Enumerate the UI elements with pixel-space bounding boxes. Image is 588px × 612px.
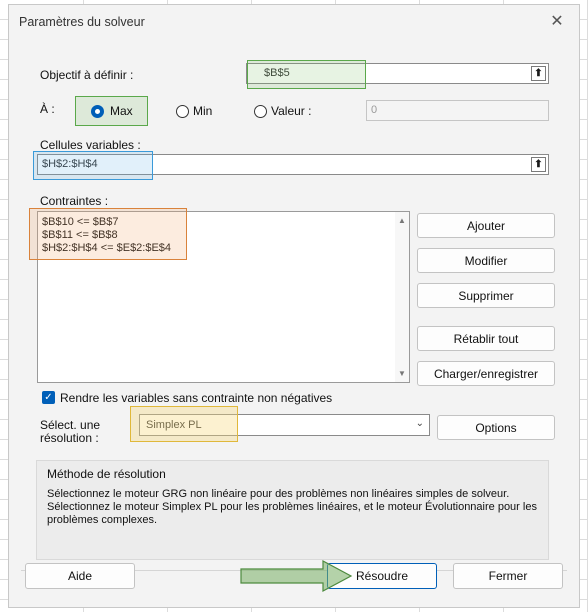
method-panel: Méthode de résolution Sélectionnez le mo… (36, 460, 549, 560)
dialog-title: Paramètres du solveur (19, 15, 145, 29)
constraints-scrollbar[interactable]: ▲ ▼ (395, 212, 409, 382)
close-button[interactable]: Fermer (453, 563, 563, 589)
range-picker-icon[interactable]: ⬆ (531, 66, 546, 81)
modify-button[interactable]: Modifier (417, 248, 555, 273)
min-radio[interactable] (176, 105, 189, 118)
method-description: Sélectionnez le moteur GRG non linéaire … (47, 488, 537, 526)
engine-label-line1: Sélect. une (40, 418, 101, 432)
value-radio[interactable] (254, 105, 267, 118)
to-label: À : (40, 102, 55, 116)
titlebar: Paramètres du solveur ✕ (9, 5, 579, 37)
help-button[interactable]: Aide (25, 563, 135, 589)
close-icon[interactable]: ✕ (543, 9, 571, 33)
arrow-shape (240, 559, 353, 593)
nonneg-label: Rendre les variables sans contrainte non… (60, 391, 333, 405)
constraints-highlight (29, 208, 187, 260)
chevron-down-icon[interactable]: ⌄ (416, 418, 424, 429)
scroll-down-icon[interactable]: ▼ (398, 369, 406, 378)
max-label: Max (110, 104, 133, 118)
solver-dialog: Paramètres du solveur ✕ Objectif à défin… (8, 4, 580, 608)
delete-button[interactable]: Supprimer (417, 283, 555, 308)
constraints-label: Contraintes : (40, 194, 109, 208)
max-radio[interactable] (91, 105, 104, 118)
objective-label: Objectif à définir : (40, 68, 134, 82)
value-label: Valeur : (271, 104, 312, 118)
checkbox-checked-icon[interactable]: ✓ (42, 391, 55, 404)
scroll-up-icon[interactable]: ▲ (398, 216, 406, 225)
variables-label: Cellules variables : (40, 138, 141, 152)
arrow-annotation (240, 559, 353, 593)
min-label: Min (193, 104, 213, 118)
variables-highlight (33, 151, 153, 180)
value-field-text: 0 (371, 104, 378, 116)
engine-label-line2: résolution : (40, 431, 99, 445)
load-save-button[interactable]: Charger/enregistrer (417, 361, 555, 386)
objective-highlight (247, 60, 366, 89)
options-button[interactable]: Options (437, 415, 555, 440)
range-picker-icon[interactable]: ⬆ (531, 157, 546, 172)
method-title: Méthode de résolution (47, 467, 166, 481)
reset-button[interactable]: Rétablir tout (417, 326, 555, 351)
engine-highlight (130, 406, 238, 442)
value-field[interactable]: 0 (366, 100, 549, 121)
add-button[interactable]: Ajouter (417, 213, 555, 238)
